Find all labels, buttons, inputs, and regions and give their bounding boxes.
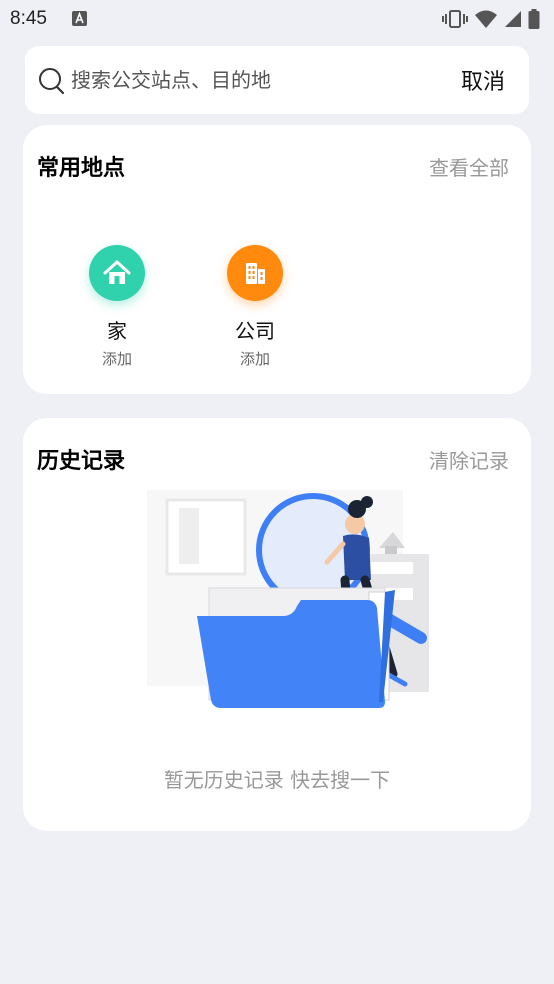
clear-history-button[interactable]: 清除记录 [429, 445, 509, 474]
cancel-button[interactable]: 取消 [461, 64, 505, 96]
view-all-button[interactable]: 查看全部 [429, 152, 509, 181]
status-icons [442, 9, 540, 29]
place-home-action: 添加 [101, 350, 132, 368]
battery-icon [528, 9, 540, 29]
search-icon [39, 68, 65, 95]
history-title: 历史记录 [37, 449, 126, 474]
place-company-action: 添加 [239, 350, 270, 368]
history-card: 历史记录 清除记录 暂无历史记录 快去搜一下 [23, 418, 531, 831]
empty-history-text: 暂无历史记录 快去搜一下 [163, 768, 391, 792]
vibrate-icon [442, 10, 468, 28]
empty-history-illustration [147, 490, 429, 708]
home-icon [89, 245, 145, 301]
place-home-name: 家 [107, 319, 127, 343]
search-bar: 取消 [25, 46, 529, 114]
status-time: 8:45 [10, 8, 47, 29]
place-home[interactable]: 家 添加 [67, 245, 167, 369]
frequent-places-title: 常用地点 [37, 156, 126, 181]
building-icon [227, 245, 283, 301]
place-company[interactable]: 公司 添加 [205, 245, 305, 369]
place-company-name: 公司 [235, 319, 275, 343]
keyboard-notification-icon [72, 11, 87, 26]
search-input[interactable] [71, 46, 431, 114]
signal-icon [505, 11, 521, 27]
status-bar: 8:45 [0, 0, 554, 38]
wifi-icon [475, 10, 497, 28]
frequent-places-card: 常用地点 查看全部 家 添加 公司 添加 [23, 125, 531, 394]
